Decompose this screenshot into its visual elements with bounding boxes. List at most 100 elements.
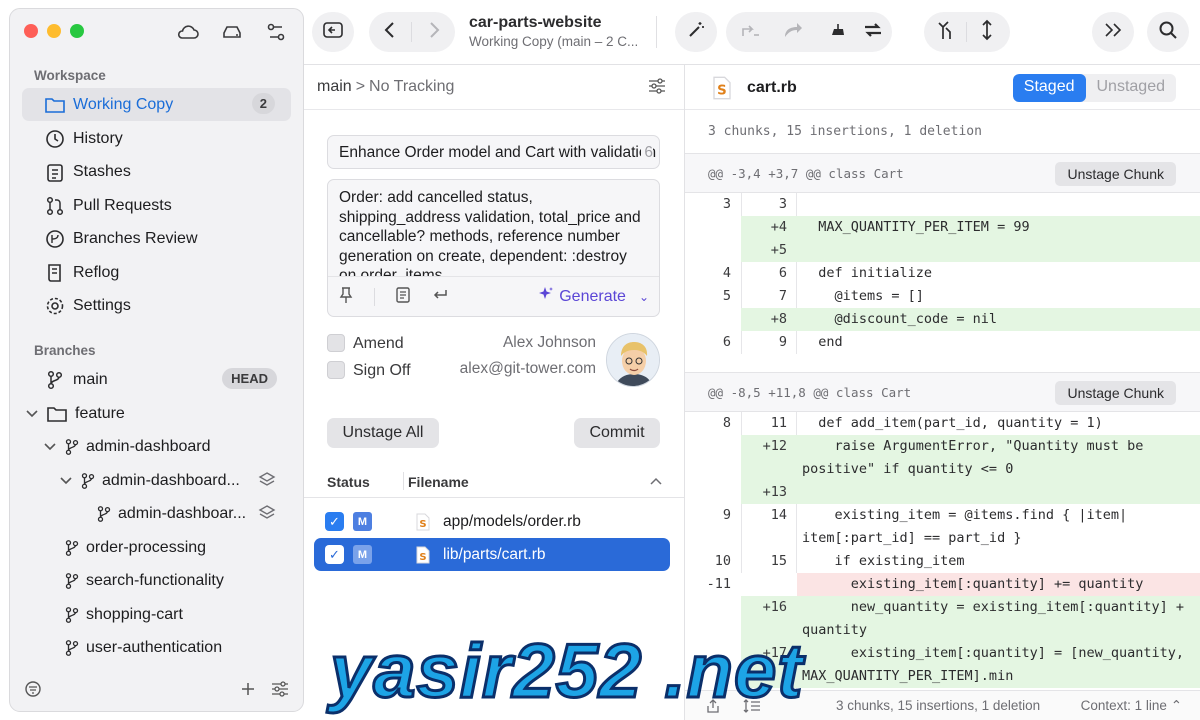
diff-line[interactable]: -11 existing_item[:quantity] += quantity	[685, 573, 1200, 596]
forward-arrow-icon[interactable]	[429, 21, 441, 43]
commit-summary-input[interactable]: Enhance Order model and Cart with valida…	[327, 135, 660, 169]
branch-item-main[interactable]: main HEAD	[22, 363, 291, 396]
status-column-header[interactable]: Status	[327, 474, 370, 490]
diff-line[interactable]: +17 existing_item[:quantity] = [new_quan…	[685, 642, 1200, 665]
sliders-icon[interactable]	[648, 78, 666, 99]
code-text: def add_item(part_id, quantity = 1)	[802, 415, 1103, 431]
unstage-chunk-button[interactable]: Unstage Chunk	[1055, 381, 1176, 405]
sidebar-item-settings[interactable]: Settings	[22, 289, 291, 322]
sidebar-item-pull-requests[interactable]: Pull Requests	[22, 189, 291, 222]
branch-item-search-functionality[interactable]: search-functionality	[22, 564, 291, 597]
branch-item-order-processing[interactable]: order-processing	[22, 531, 291, 564]
chevron-down-icon[interactable]	[60, 476, 74, 485]
share-icon[interactable]	[705, 698, 721, 717]
cloud-icon[interactable]	[175, 21, 201, 43]
generate-button[interactable]: Generate ⌄	[538, 286, 649, 307]
chevron-down-icon[interactable]: ⌄	[639, 290, 649, 304]
sidebar-item-history[interactable]: History	[22, 122, 291, 155]
rebase-icon[interactable]	[980, 19, 994, 45]
close-window-button[interactable]	[24, 24, 38, 38]
diff-stats: 3 chunks, 15 insertions, 1 deletion	[708, 124, 982, 139]
tab-unstaged[interactable]: Unstaged	[1086, 74, 1177, 102]
branch-actions-group	[924, 12, 1010, 52]
branch-item-user-authentication[interactable]: user-authentication	[22, 631, 291, 664]
code-text: quantity	[802, 622, 868, 638]
diff-line[interactable]: +13	[685, 481, 1200, 504]
branch-icon	[64, 570, 80, 592]
drive-icon[interactable]	[219, 21, 245, 43]
chevron-down-icon[interactable]	[26, 409, 40, 418]
fetch-icon[interactable]	[740, 21, 762, 43]
sidebar-item-branches-review[interactable]: Branches Review	[22, 222, 291, 255]
template-icon[interactable]	[395, 286, 411, 308]
sync-icon[interactable]	[862, 20, 884, 44]
file-checkbox[interactable]: ✓	[325, 545, 344, 564]
chevron-down-icon[interactable]	[44, 442, 58, 451]
filename-column-header[interactable]: Filename	[408, 474, 469, 490]
branch-folder-feature[interactable]: feature	[22, 397, 291, 430]
filter-icon[interactable]	[24, 680, 42, 702]
branch-item-admin-dashboard-grandchild[interactable]: admin-dashboar...	[22, 497, 291, 530]
avatar[interactable]	[606, 333, 660, 387]
amend-checkbox[interactable]	[327, 334, 345, 352]
diff-line[interactable]: MAX_QUANTITY_PER_ITEM].min	[685, 665, 1200, 688]
magic-wand-button[interactable]	[675, 12, 717, 52]
sidebar-item-stashes[interactable]: Stashes	[22, 155, 291, 188]
back-arrow-icon[interactable]	[383, 21, 395, 43]
diff-line[interactable]: 6 9 end	[685, 331, 1200, 354]
diff-line[interactable]: 9 14 existing_item = @items.find { |item|	[685, 504, 1200, 527]
pull-icon[interactable]	[782, 21, 804, 43]
diff-line[interactable]: 8 11 def add_item(part_id, quantity = 1)	[685, 412, 1200, 435]
unstage-all-button[interactable]: Unstage All	[327, 418, 439, 448]
diff-line[interactable]: positive" if quantity <= 0	[685, 458, 1200, 481]
sync-actions-group	[726, 12, 892, 52]
tab-staged[interactable]: Staged	[1012, 74, 1086, 102]
branch-item-admin-dashboard[interactable]: admin-dashboard	[22, 430, 291, 463]
services-icon[interactable]	[263, 21, 289, 43]
old-line-number: 10	[714, 553, 731, 569]
signoff-checkbox[interactable]	[327, 361, 345, 379]
search-button[interactable]	[1147, 12, 1189, 52]
minimize-window-button[interactable]	[47, 24, 61, 38]
zoom-window-button[interactable]	[70, 24, 84, 38]
commit-pane: main > No Tracking Enhance Order model a…	[304, 64, 685, 720]
sidebar-item-working-copy[interactable]: Working Copy 2	[22, 88, 291, 121]
branch-icon	[80, 470, 96, 492]
new-line-number: 11	[770, 415, 787, 431]
branch-item-shopping-cart[interactable]: shopping-cart	[22, 598, 291, 631]
commit-button[interactable]: Commit	[574, 418, 660, 448]
diff-line[interactable]: +5	[685, 239, 1200, 262]
diff-line[interactable]: item[:part_id] == part_id }	[685, 527, 1200, 550]
commit-description-input[interactable]: Order: add cancelled status, shipping_ad…	[327, 179, 660, 317]
signoff-label: Sign Off	[353, 362, 411, 379]
sliders-icon[interactable]	[271, 681, 289, 701]
diff-line[interactable]: 33	[685, 193, 1200, 216]
diff-line[interactable]: 10 15 if existing_item	[685, 550, 1200, 573]
push-icon[interactable]	[824, 21, 846, 43]
diff-line[interactable]: +16 new_quantity = existing_item[:quanti…	[685, 596, 1200, 619]
sidebar-item-reflog[interactable]: Reflog	[22, 256, 291, 289]
diff-line[interactable]: +12 raise ArgumentError, "Quantity must …	[685, 435, 1200, 458]
branch-item-admin-dashboard-child[interactable]: admin-dashboard...	[22, 464, 291, 497]
diff-line[interactable]: 4 6 def initialize	[685, 262, 1200, 285]
file-checkbox[interactable]: ✓	[325, 512, 344, 531]
add-icon[interactable]	[241, 682, 255, 700]
line-spacing-icon[interactable]	[743, 698, 761, 717]
pin-icon[interactable]	[338, 286, 354, 308]
pull-request-icon	[44, 195, 66, 217]
merge-icon[interactable]	[938, 19, 956, 45]
diff-line[interactable]: +4 MAX_QUANTITY_PER_ITEM = 99	[685, 216, 1200, 239]
sort-ascending-icon[interactable]	[650, 473, 662, 489]
file-row[interactable]: ✓ M S app/models/order.rb	[314, 505, 670, 538]
unstage-chunk-button[interactable]: Unstage Chunk	[1055, 162, 1176, 186]
return-icon[interactable]	[431, 288, 449, 306]
more-actions-button[interactable]	[1092, 12, 1134, 52]
file-row[interactable]: ✓ M S lib/parts/cart.rb	[314, 538, 670, 571]
hunk-lines: 8 11 def add_item(part_id, quantity = 1) +…	[685, 412, 1200, 692]
diff-line[interactable]: 5 7 @items = []	[685, 285, 1200, 308]
hunk-header: @@ -8,5 +11,8 @@ class Cart Unstage Chun…	[685, 372, 1200, 412]
context-lines-selector[interactable]: Context: 1 line ⌃	[1081, 698, 1182, 714]
diff-line[interactable]: quantity	[685, 619, 1200, 642]
diff-line[interactable]: +8 @discount_code = nil	[685, 308, 1200, 331]
toggle-sidebar-button[interactable]	[312, 12, 354, 52]
